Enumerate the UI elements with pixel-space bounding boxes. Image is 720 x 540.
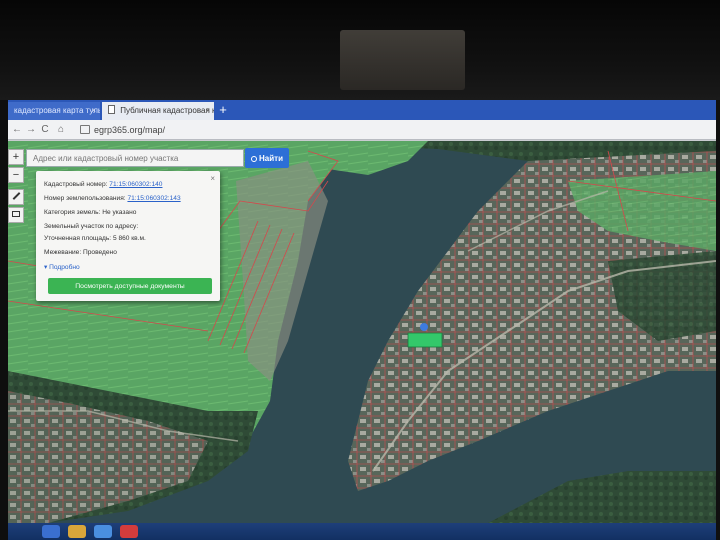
reload-button[interactable]: C (38, 122, 52, 138)
address-label: Земельный участок по адресу: (44, 223, 139, 230)
search-icon (251, 155, 257, 162)
tab-bar: кадастровая карта тульс… × Публичная кад… (8, 100, 716, 120)
reflection-glare (340, 30, 465, 90)
url-field[interactable]: egrp365.org/map/ (94, 123, 165, 137)
close-icon[interactable]: × (210, 174, 215, 183)
cadastral-number-label: Кадастровый номер: (44, 181, 108, 188)
tab-label: кадастровая карта тульс… (14, 106, 100, 115)
new-tab-button[interactable]: + (216, 101, 230, 119)
search-input[interactable] (26, 149, 244, 167)
browser-icon[interactable] (94, 525, 112, 538)
land-category-value: Не указано (102, 209, 137, 216)
tab-public-cadastral-map[interactable]: Публичная кадастровая к… × (102, 102, 214, 120)
plot-info-card: × Кадастровый номер: 71:15:060302:140 Но… (36, 171, 220, 301)
land-category-label: Категория земель: (44, 209, 101, 216)
browser-window: кадастровая карта тульс… × Публичная кад… (8, 100, 716, 540)
print-button[interactable] (8, 207, 24, 223)
forward-button[interactable]: → (24, 122, 38, 138)
printer-icon (12, 211, 20, 217)
survey-value: Проведено (83, 249, 117, 256)
selected-land-plot[interactable] (407, 332, 443, 348)
details-link[interactable]: ▾ Подробно (44, 263, 80, 271)
chevron-down-icon: ▾ (44, 264, 48, 271)
close-icon[interactable]: × (205, 102, 210, 120)
tab-label: Публичная кадастровая к… (120, 106, 214, 115)
folder-icon[interactable] (68, 525, 86, 538)
tab-cadastral-map-tula[interactable]: кадастровая карта тульс… × (8, 102, 100, 120)
back-button[interactable]: ← (10, 122, 24, 138)
land-use-number-label: Номер землепользования: (44, 195, 126, 202)
zoom-in-button[interactable]: + (8, 149, 24, 165)
area-value: 5 860 кв.м. (112, 235, 146, 242)
cadastral-map[interactable]: Найти + − × Кадастровый номер: 71:15:060… (8, 141, 716, 523)
view-documents-button[interactable]: Посмотреть доступные документы (48, 278, 212, 294)
os-taskbar (8, 523, 716, 540)
home-button[interactable]: ⌂ (54, 122, 68, 138)
measure-tool-button[interactable] (8, 189, 24, 205)
page-icon (80, 125, 90, 134)
area-label: Уточненная площадь: (44, 235, 112, 242)
opera-icon[interactable] (120, 525, 138, 538)
search-button[interactable]: Найти (245, 148, 289, 168)
land-use-number-link[interactable]: 71:15:060302:143 (127, 195, 180, 202)
search-button-label: Найти (259, 153, 283, 163)
map-pin-icon (420, 323, 428, 331)
address-bar: ← → C ⌂ egrp365.org/map/ (8, 120, 716, 140)
start-icon[interactable] (42, 525, 60, 538)
ruler-icon (12, 192, 20, 200)
close-icon[interactable]: × (91, 102, 96, 120)
cadastral-number-link[interactable]: 71:15:060302:140 (109, 181, 162, 188)
page-icon (108, 105, 115, 114)
zoom-out-button[interactable]: − (8, 167, 24, 183)
survey-label: Межевание: (44, 249, 82, 256)
details-link-label: Подробно (49, 264, 80, 271)
